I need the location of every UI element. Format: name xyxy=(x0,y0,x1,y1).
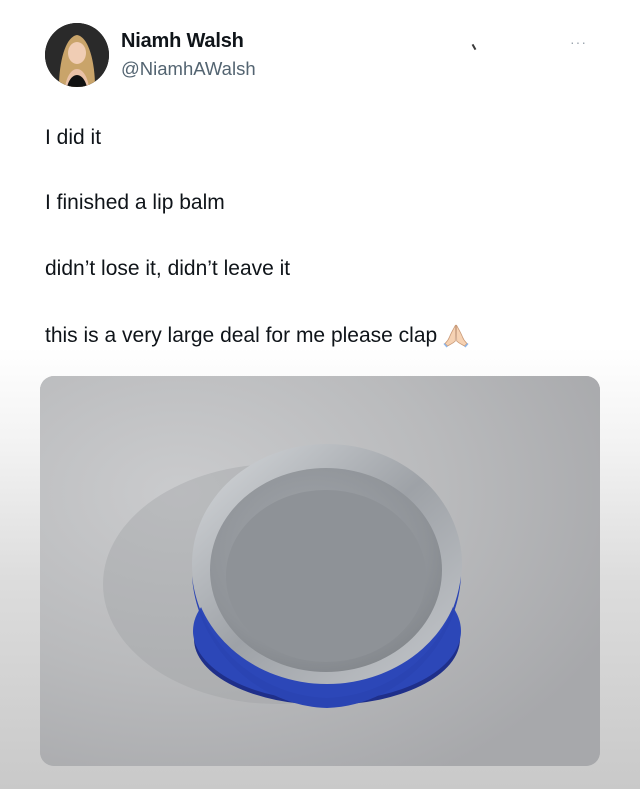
tweet-text-line-1: I did it xyxy=(45,126,102,149)
folded-hands-emoji-icon xyxy=(443,322,469,348)
author-name[interactable]: Niamh Walsh xyxy=(121,30,244,53)
cursor-mark xyxy=(471,43,477,51)
avatar-image xyxy=(45,23,109,87)
tweet-text-line-2: I finished a lip balm xyxy=(45,191,225,214)
more-options-button[interactable]: ··· xyxy=(570,34,587,50)
tweet-photo[interactable] xyxy=(40,376,600,766)
author-handle[interactable]: @NiamhAWalsh xyxy=(121,58,256,80)
tweet-text-line-4-text: this is a very large deal for me please … xyxy=(45,324,438,347)
tweet-text-line-4: this is a very large deal for me please … xyxy=(45,322,469,348)
lip-balm-tin-image xyxy=(40,376,600,766)
tweet-card: Niamh Walsh @NiamhAWalsh ··· I did it I … xyxy=(0,0,640,789)
tweet-text-line-3: didn’t lose it, didn’t leave it xyxy=(45,257,291,280)
avatar[interactable] xyxy=(45,23,109,87)
